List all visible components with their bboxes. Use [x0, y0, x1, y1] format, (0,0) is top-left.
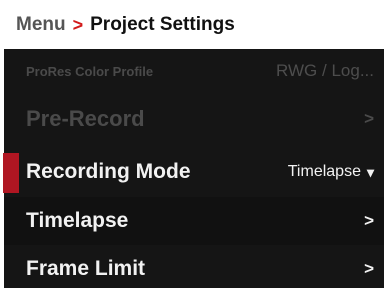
menu-screen: Menu > Project Settings ProRes Color Pro…	[0, 0, 388, 295]
menu-item-prores-color-profile: ProRes Color Profile RWG / Log...	[4, 49, 384, 93]
breadcrumb-separator: >	[72, 14, 84, 35]
menu-item-frame-limit[interactable]: Frame Limit >	[4, 245, 384, 293]
menu-item-value: Timelapse	[287, 163, 361, 180]
frame-border	[0, 288, 388, 295]
recording-mode-dropdown[interactable]: Timelapse ▾	[288, 163, 374, 181]
chevron-right-icon: >	[364, 211, 374, 230]
menu-item-label: Timelapse	[26, 209, 129, 232]
chevron-right-icon: >	[364, 259, 374, 278]
menu-item-pre-record: Pre-Record >	[4, 95, 384, 143]
settings-menu-list: ProRes Color Profile RWG / Log... Pre-Re…	[4, 49, 384, 289]
menu-item-label: ProRes Color Profile	[26, 63, 154, 79]
menu-item-label: Recording Mode	[26, 160, 191, 183]
chevron-right-icon: >	[364, 109, 374, 128]
chevron-down-icon: ▾	[366, 163, 374, 180]
menu-item-value: RWG / Log...	[276, 61, 374, 80]
page-title: Project Settings	[90, 14, 235, 35]
breadcrumb: Menu > Project Settings	[4, 3, 384, 47]
selection-indicator	[3, 153, 19, 193]
menu-item-label: Pre-Record	[26, 106, 145, 131]
menu-item-timelapse[interactable]: Timelapse >	[4, 197, 384, 245]
menu-item-label: Frame Limit	[26, 257, 146, 280]
breadcrumb-root-menu[interactable]: Menu	[16, 14, 66, 36]
menu-item-recording-mode[interactable]: Recording Mode Timelapse ▾	[4, 148, 384, 196]
